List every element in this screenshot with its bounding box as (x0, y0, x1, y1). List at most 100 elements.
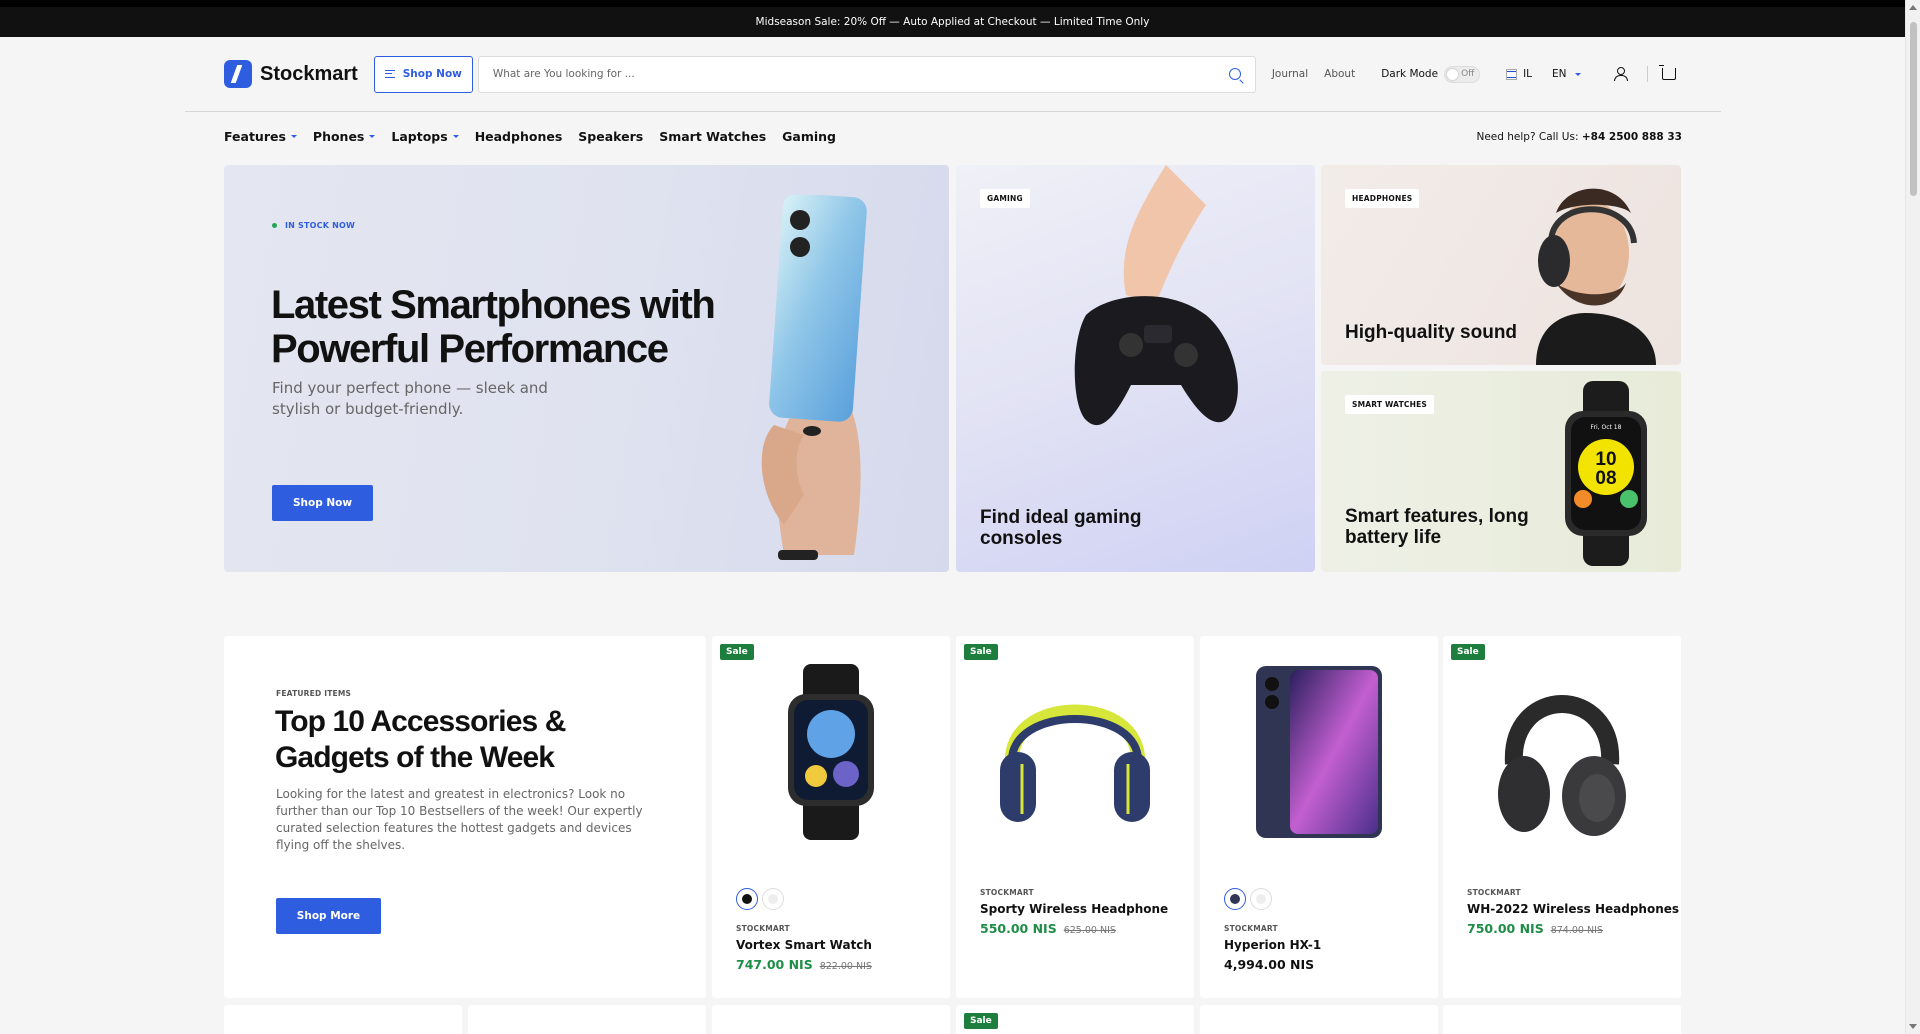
country-selector[interactable]: IL (1506, 68, 1532, 80)
nav-item-laptops[interactable]: Laptops (391, 129, 459, 144)
promo-tag: SMART WATCHES (1345, 395, 1435, 414)
sale-badge: Sale (964, 644, 998, 660)
chevron-down-icon (1574, 72, 1581, 76)
nav-label: Speakers (578, 129, 644, 144)
chevron-down-icon (290, 135, 297, 138)
page-scrollbar[interactable] (1905, 0, 1920, 1034)
announcement-text: Midseason Sale: 20% Off — Auto Applied a… (755, 16, 1150, 28)
shop-more-button[interactable]: Shop More (276, 898, 381, 934)
smartwatch-product-image (788, 664, 874, 840)
dark-mode-toggle[interactable]: Off (1444, 65, 1481, 83)
product-meta: STOCKMART Vortex Smart Watch 747.00 NIS … (736, 924, 872, 972)
product-brand: STOCKMART (1224, 924, 1278, 933)
nav-item-headphones[interactable]: Headphones (475, 129, 563, 144)
product-meta: STOCKMART Hyperion HX-1 4,994.00 NIS (1224, 924, 1321, 972)
color-swatch-white[interactable] (1250, 888, 1272, 910)
hero-shop-now-button[interactable]: Shop Now (272, 485, 373, 521)
logo[interactable]: Stockmart (224, 60, 358, 88)
product-name[interactable]: WH-2022 Wireless Headphones (1467, 902, 1679, 916)
sale-badge: Sale (1451, 644, 1485, 660)
help-phone[interactable]: +84 2500 888 33 (1582, 131, 1682, 143)
stock-badge-label: IN STOCK NOW (285, 221, 356, 230)
product-card[interactable] (1443, 1005, 1681, 1034)
sale-badge: Sale (720, 644, 754, 660)
chevron-down-icon (452, 135, 459, 138)
watch-minute: 08 (1595, 468, 1616, 489)
header-divider-line (185, 111, 1721, 112)
product-card[interactable] (224, 1005, 462, 1034)
hero-title: Latest Smartphones with Powerful Perform… (271, 283, 716, 371)
cart-icon[interactable] (1658, 65, 1676, 80)
scrollbar-thumb[interactable] (1910, 22, 1917, 196)
headphones-product-image (1000, 704, 1150, 822)
country-code: IL (1523, 68, 1533, 80)
product-brand: STOCKMART (1467, 888, 1521, 897)
product-card[interactable]: Sale STOCKMART WH-2022 Wireless Headphon… (1443, 636, 1681, 998)
product-price-row: 750.00 NIS 874.00 NIS (1467, 921, 1679, 936)
nav-item-phones[interactable]: Phones (312, 129, 376, 144)
product-price-row: 550.00 NIS 625.00 NIS (980, 921, 1168, 936)
about-link[interactable]: About (1324, 68, 1355, 80)
product-name[interactable]: Hyperion HX-1 (1224, 938, 1321, 952)
product-price-row: 4,994.00 NIS (1224, 957, 1321, 972)
hero-subtitle: Find your perfect phone — sleek and styl… (272, 379, 548, 418)
shop-now-label: Shop Now (402, 68, 462, 80)
chevron-down-icon (369, 135, 376, 138)
product-old-price: 822.00 NIS (819, 961, 872, 972)
promo-card-gaming[interactable]: GAMING Find ideal gaming consoles (956, 165, 1315, 572)
nav-label: Headphones (474, 129, 563, 144)
search-bar (477, 55, 1256, 93)
israel-flag-icon (1506, 68, 1518, 80)
logo-icon (224, 60, 252, 88)
promo-title: Find ideal gaming consoles (980, 507, 1142, 549)
nav-label: Phones (312, 129, 365, 144)
color-swatch-black[interactable] (736, 888, 758, 910)
over-ear-headphones-product-image (1498, 695, 1626, 836)
language-code: EN (1552, 68, 1567, 80)
promo-title: High-quality sound (1345, 322, 1518, 343)
nav-item-speakers[interactable]: Speakers (578, 129, 643, 144)
scroll-down-icon[interactable] (1909, 1024, 1917, 1029)
search-icon[interactable] (1228, 68, 1241, 80)
product-card[interactable]: STOCKMART Hyperion HX-1 4,994.00 NIS (1200, 636, 1438, 998)
account-icon[interactable] (1613, 67, 1628, 81)
product-meta: STOCKMART WH-2022 Wireless Headphones 75… (1467, 888, 1679, 936)
main-nav: Features Phones Laptops Headphones Speak… (224, 129, 836, 144)
featured-title: Top 10 Accessories & Gadgets of the Week (275, 705, 566, 774)
search-input[interactable] (492, 68, 1229, 80)
shop-now-menu-button[interactable]: Shop Now (373, 55, 473, 93)
language-selector[interactable]: EN (1552, 68, 1581, 80)
product-name[interactable]: Vortex Smart Watch (736, 938, 872, 952)
help-prefix: Need help? Call Us: (1476, 131, 1579, 143)
product-card[interactable]: Sale STOCKMART Vortex Smart Watch 747.00… (712, 636, 950, 998)
logo-text: Stockmart (260, 62, 358, 85)
promo-tag: HEADPHONES (1345, 189, 1420, 208)
product-card[interactable]: Sale STOCKMART Sporty Wireless Headphone… (956, 636, 1194, 998)
sale-badge: Sale (964, 1013, 998, 1029)
product-card[interactable] (1200, 1005, 1438, 1034)
journal-link[interactable]: Journal (1272, 68, 1308, 80)
promo-card-smart-watches[interactable]: SMART WATCHES Fri, Oct 18 10 08 Smart fe… (1321, 371, 1681, 572)
smartwatch-image: Fri, Oct 18 10 08 (1565, 381, 1647, 566)
announcement-bar: Midseason Sale: 20% Off — Auto Applied a… (0, 0, 1905, 37)
nav-label: Smart Watches (659, 129, 767, 144)
product-card[interactable] (712, 1005, 950, 1034)
nav-label: Features (224, 129, 286, 144)
nav-item-smart-watches[interactable]: Smart Watches (659, 129, 766, 144)
featured-eyebrow: FEATURED ITEMS (276, 689, 352, 698)
watch-hour: 10 (1595, 449, 1616, 470)
nav-item-features[interactable]: Features (224, 129, 297, 144)
product-old-price: 874.00 NIS (1550, 925, 1603, 936)
scroll-up-icon[interactable] (1909, 5, 1917, 10)
nav-item-gaming[interactable]: Gaming (782, 129, 836, 144)
color-swatch-navy[interactable] (1224, 888, 1246, 910)
color-swatch-white[interactable] (762, 888, 784, 910)
product-brand: STOCKMART (736, 924, 790, 933)
promo-card-headphones[interactable]: HEADPHONES High-quality sound (1321, 165, 1681, 365)
smartphone-product-image (1256, 666, 1382, 838)
featured-items-panel: FEATURED ITEMS Top 10 Accessories & Gadg… (224, 636, 706, 998)
product-card[interactable] (468, 1005, 706, 1034)
product-name[interactable]: Sporty Wireless Headphone (980, 902, 1168, 916)
featured-description: Looking for the latest and greatest in e… (276, 787, 643, 852)
product-card[interactable]: Sale (956, 1005, 1194, 1034)
